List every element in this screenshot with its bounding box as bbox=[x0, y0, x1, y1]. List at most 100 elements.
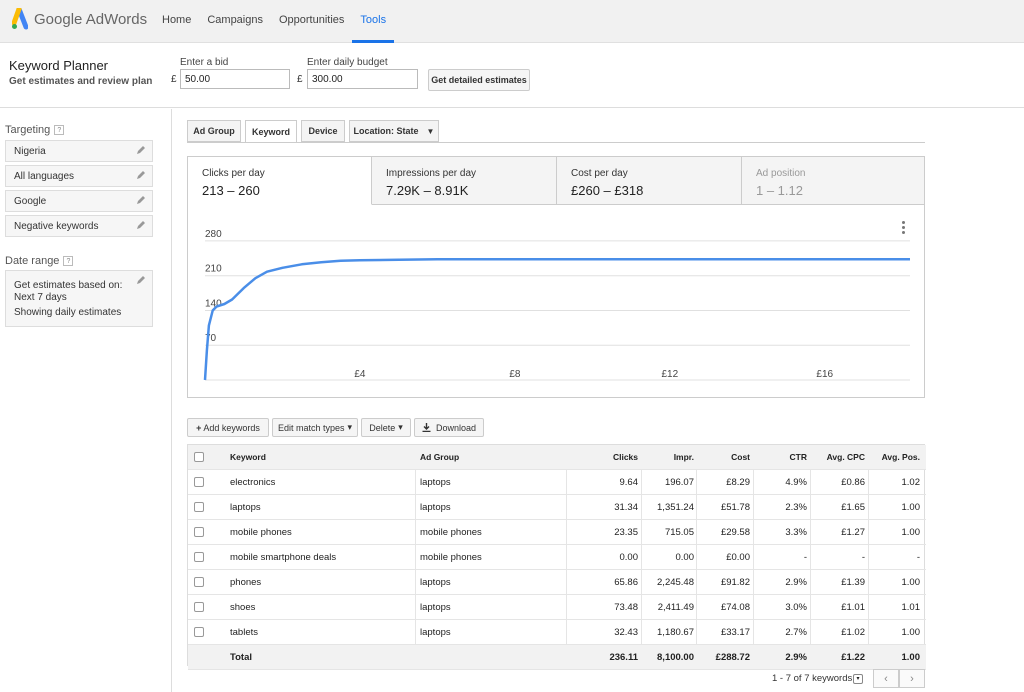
cell-keyword[interactable]: mobile phones bbox=[230, 520, 390, 545]
metric-label: Ad position bbox=[756, 168, 806, 179]
cell-keyword[interactable]: electronics bbox=[230, 470, 390, 495]
row-checkbox[interactable] bbox=[194, 552, 204, 562]
column-divider bbox=[753, 520, 754, 545]
tab-location-label: Location: State bbox=[353, 126, 419, 136]
edit-match-types-button[interactable]: Edit match types ▾ bbox=[272, 418, 358, 437]
cell-keyword[interactable]: mobile smartphone deals bbox=[230, 545, 390, 570]
nav-home[interactable]: Home bbox=[154, 0, 199, 43]
prev-page-button[interactable]: ‹ bbox=[873, 669, 899, 688]
column-divider bbox=[566, 520, 567, 545]
row-checkbox[interactable] bbox=[194, 627, 204, 637]
cell-keyword[interactable]: phones bbox=[230, 570, 390, 595]
col-header-impr[interactable]: Impr. bbox=[644, 445, 694, 470]
metric-label: Cost per day bbox=[571, 168, 628, 179]
col-header-clicks[interactable]: Clicks bbox=[568, 445, 638, 470]
pencil-icon[interactable] bbox=[136, 220, 146, 230]
column-divider bbox=[868, 545, 869, 570]
col-header-avg-pos[interactable]: Avg. Pos. bbox=[870, 445, 920, 470]
table-row[interactable]: mobile phones mobile phones 23.35 715.05 £29… bbox=[188, 520, 926, 545]
metric-impressions[interactable]: Impressions per day 7.29K – 8.91K bbox=[372, 157, 557, 205]
select-all-checkbox[interactable] bbox=[194, 452, 204, 462]
targeting-negative-keywords-label: Negative keywords bbox=[14, 221, 99, 232]
tab-keyword[interactable]: Keyword bbox=[245, 120, 297, 143]
column-divider bbox=[415, 545, 416, 570]
cell-cost: £51.78 bbox=[720, 502, 750, 513]
row-checkbox[interactable] bbox=[194, 477, 204, 487]
targeting-location[interactable]: Nigeria bbox=[5, 140, 153, 162]
help-icon[interactable]: ? bbox=[63, 256, 74, 266]
metric-ad-position: Ad position 1 – 1.12 bbox=[742, 157, 925, 205]
budget-currency: £ bbox=[297, 74, 303, 85]
cell-impr: 1,351.24 bbox=[657, 502, 694, 513]
metric-value: 1 – 1.12 bbox=[756, 183, 803, 198]
table-row[interactable]: tablets laptops 32.43 1,180.67 £33.17 2.7% £1.… bbox=[188, 620, 926, 645]
cell-clicks: 23.35 bbox=[614, 527, 638, 538]
delete-button[interactable]: Delete ▾ bbox=[361, 418, 411, 437]
col-header-cost[interactable]: Cost bbox=[698, 445, 750, 470]
pencil-icon[interactable] bbox=[136, 275, 146, 285]
cell-avg-pos: 1.01 bbox=[901, 602, 921, 613]
col-header-ctr[interactable]: CTR bbox=[754, 445, 807, 470]
targeting-network-label: Google bbox=[14, 196, 47, 207]
rows-per-page-dropdown[interactable]: ▾ bbox=[853, 674, 863, 684]
col-header-ad-group[interactable]: Ad Group bbox=[420, 445, 560, 470]
cell-ad-group: laptops bbox=[420, 477, 451, 488]
column-divider bbox=[566, 495, 567, 520]
nav-opportunities[interactable]: Opportunities bbox=[271, 0, 352, 43]
column-divider bbox=[696, 470, 697, 495]
y-tick-label: 210 bbox=[205, 264, 222, 275]
row-checkbox[interactable] bbox=[194, 602, 204, 612]
cell-ctr: 3.0% bbox=[785, 602, 807, 613]
cell-avg-cpc: £1.65 bbox=[841, 502, 865, 513]
cell-avg-pos: 1.00 bbox=[901, 652, 921, 663]
col-header-keyword[interactable]: Keyword bbox=[230, 445, 390, 470]
cell-keyword[interactable]: shoes bbox=[230, 595, 390, 620]
caret-down-icon: ▾ bbox=[398, 422, 403, 432]
y-tick-label: 140 bbox=[205, 298, 222, 309]
table-row[interactable]: shoes laptops 73.48 2,411.49 £74.08 3.0% £1.01… bbox=[188, 595, 926, 620]
next-page-button[interactable]: › bbox=[899, 669, 925, 688]
edit-match-types-label: Edit match types bbox=[277, 422, 345, 433]
row-checkbox[interactable] bbox=[194, 577, 204, 587]
date-range-box[interactable]: Get estimates based on: Next 7 days Show… bbox=[5, 270, 153, 327]
y-tick-label: 280 bbox=[205, 229, 222, 240]
metric-cost[interactable]: Cost per day £260 – £318 bbox=[557, 157, 742, 205]
table-row[interactable]: laptops laptops 31.34 1,351.24 £51.78 2.3% £1.… bbox=[188, 495, 926, 520]
targeting-language[interactable]: All languages bbox=[5, 165, 153, 187]
add-keywords-button[interactable]: + Add keywords bbox=[187, 418, 269, 437]
download-button[interactable]: Download bbox=[414, 418, 484, 437]
column-divider bbox=[753, 545, 754, 570]
budget-input[interactable] bbox=[307, 69, 418, 89]
help-icon[interactable]: ? bbox=[54, 125, 65, 135]
column-divider bbox=[868, 470, 869, 495]
column-divider bbox=[810, 620, 811, 645]
tab-location-state[interactable]: Location: State ▼ bbox=[349, 120, 439, 142]
targeting-negative-keywords[interactable]: Negative keywords bbox=[5, 215, 153, 237]
date-line-2: Next 7 days bbox=[14, 292, 67, 303]
cell-keyword[interactable]: laptops bbox=[230, 495, 390, 520]
pencil-icon[interactable] bbox=[136, 145, 146, 155]
column-divider bbox=[696, 495, 697, 520]
targeting-network[interactable]: Google bbox=[5, 190, 153, 212]
table-total-row[interactable]: Total 236.11 8,100.00 £288.72 2.9% £1.22 1.00 bbox=[188, 645, 926, 670]
tabs-divider bbox=[187, 142, 925, 143]
cell-avg-cpc: - bbox=[861, 552, 865, 563]
nav-campaigns[interactable]: Campaigns bbox=[199, 0, 271, 43]
cell-keyword[interactable]: tablets bbox=[230, 620, 390, 645]
table-row[interactable]: mobile smartphone deals mobile phones 0.00… bbox=[188, 545, 926, 570]
row-checkbox[interactable] bbox=[194, 527, 204, 537]
row-checkbox[interactable] bbox=[194, 502, 204, 512]
nav-tools[interactable]: Tools bbox=[352, 0, 394, 43]
get-detailed-estimates-button[interactable]: Get detailed estimates bbox=[428, 69, 530, 91]
metric-clicks[interactable]: Clicks per day 213 – 260 bbox=[188, 157, 372, 205]
bid-input[interactable] bbox=[180, 69, 290, 89]
pencil-icon[interactable] bbox=[136, 195, 146, 205]
table-row[interactable]: electronics laptops 9.64 196.07 £8.29 4.9% £0.… bbox=[188, 470, 926, 495]
pencil-icon[interactable] bbox=[136, 170, 146, 180]
tab-ad-group[interactable]: Ad Group bbox=[187, 120, 241, 142]
column-divider bbox=[810, 495, 811, 520]
tab-device[interactable]: Device bbox=[301, 120, 345, 142]
col-header-avg-cpc[interactable]: Avg. CPC bbox=[813, 445, 865, 470]
table-row[interactable]: phones laptops 65.86 2,245.48 £91.82 2.9% £1.3… bbox=[188, 570, 926, 595]
adwords-logo[interactable]: Google AdWords bbox=[12, 8, 147, 30]
